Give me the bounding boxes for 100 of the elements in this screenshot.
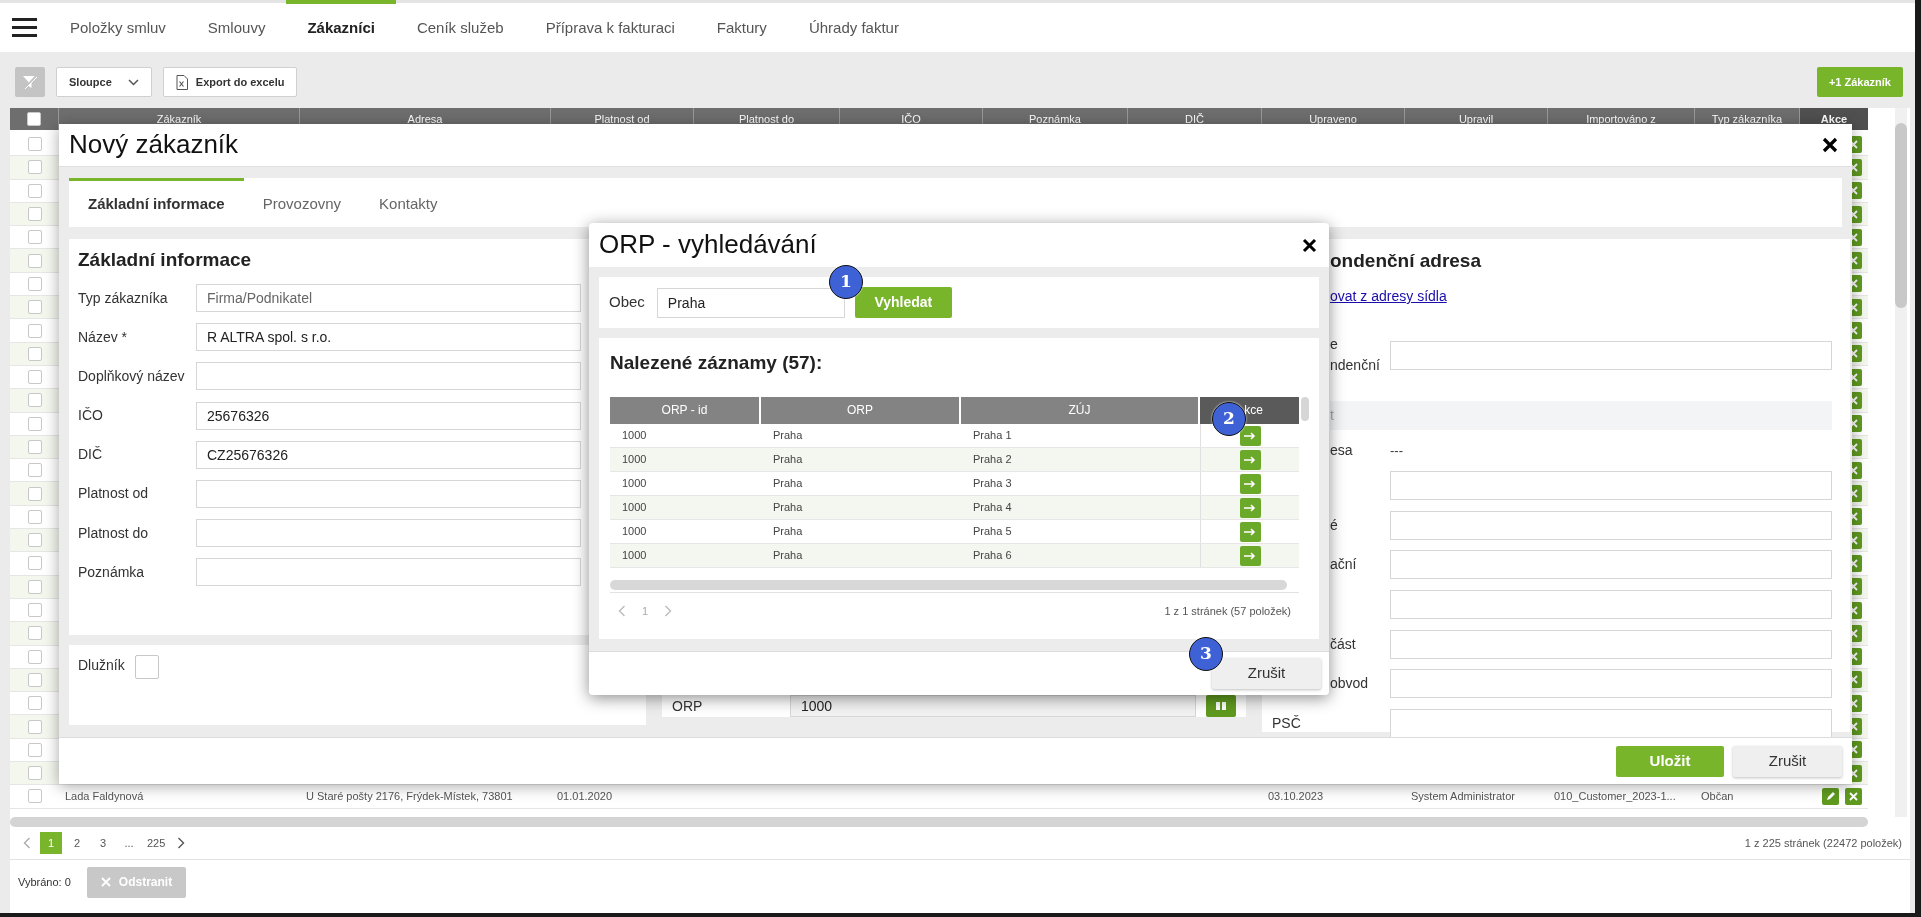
chevron-left-icon[interactable] xyxy=(23,837,31,849)
page-button[interactable]: ... xyxy=(118,832,140,854)
row-checkbox[interactable] xyxy=(27,579,42,594)
nav-tab[interactable]: Úhrady faktur xyxy=(787,0,920,52)
column-header[interactable]: ORP xyxy=(761,397,961,424)
checkbox[interactable] xyxy=(134,655,159,679)
pagination-summary: 1 z 225 stránek (22472 položek) xyxy=(1744,835,1902,851)
chevron-left-icon[interactable] xyxy=(618,605,626,617)
close-icon xyxy=(1849,186,1858,196)
row-checkbox[interactable] xyxy=(27,463,42,478)
input-field[interactable]: 25676326 xyxy=(196,401,581,430)
close-icon xyxy=(1849,326,1858,335)
row-checkbox[interactable] xyxy=(27,346,42,361)
input-field[interactable] xyxy=(1390,471,1832,500)
row-checkbox[interactable] xyxy=(27,393,42,408)
close-icon xyxy=(1849,698,1858,708)
close-button[interactable] xyxy=(1302,237,1317,253)
input-field[interactable] xyxy=(1390,590,1832,620)
edit-button[interactable] xyxy=(1822,787,1839,805)
row-checkbox[interactable] xyxy=(27,160,42,175)
row-checkbox[interactable] xyxy=(27,626,42,641)
copy-address-link[interactable]: ovat z adresy sídla xyxy=(1330,286,1447,307)
row-checkbox[interactable] xyxy=(27,300,42,315)
input-field[interactable] xyxy=(1390,709,1832,739)
nav-tab[interactable]: Faktury xyxy=(695,0,788,52)
nav-tab[interactable]: Smlouvy xyxy=(186,0,287,52)
arrow-right-icon xyxy=(1244,455,1256,464)
nav-tab[interactable]: Položky smluv xyxy=(49,0,187,52)
select-button[interactable] xyxy=(1239,521,1261,542)
scrollbar[interactable] xyxy=(1895,108,1907,817)
tab[interactable]: Základní informace xyxy=(69,178,244,227)
select-all-checkbox[interactable] xyxy=(27,112,41,126)
tab[interactable]: Provozovny xyxy=(243,178,361,227)
export-button[interactable]: Export do excelu xyxy=(162,67,298,97)
delete-button[interactable] xyxy=(1845,787,1862,805)
row-checkbox[interactable] xyxy=(27,137,42,152)
filter-button[interactable] xyxy=(15,67,45,97)
input-field[interactable] xyxy=(1390,629,1832,659)
row-checkbox[interactable] xyxy=(27,440,42,454)
select-button[interactable] xyxy=(1239,497,1261,518)
row-checkbox[interactable] xyxy=(27,183,42,198)
page-button[interactable]: 3 xyxy=(92,832,114,854)
input-field[interactable] xyxy=(196,362,581,391)
row-checkbox[interactable] xyxy=(27,672,42,687)
input-field[interactable]: Firma/Podnikatel xyxy=(196,284,581,312)
page-button[interactable]: 2 xyxy=(66,832,88,854)
menu-icon[interactable] xyxy=(12,18,37,37)
select-button[interactable] xyxy=(1239,545,1261,566)
input-field[interactable] xyxy=(1390,340,1832,370)
input-field[interactable]: CZ25676326 xyxy=(196,440,581,469)
cancel-button[interactable]: Zrušit xyxy=(1212,658,1321,689)
row-checkbox[interactable] xyxy=(27,603,42,618)
nav-tab[interactable]: Zákazníci xyxy=(286,0,396,52)
select-button[interactable] xyxy=(1239,473,1261,494)
row-checkbox[interactable] xyxy=(27,416,42,431)
selected-count: Vybráno: 0 xyxy=(18,874,71,890)
row-checkbox[interactable] xyxy=(27,742,42,757)
lookup-button[interactable] xyxy=(1206,695,1236,717)
input-field[interactable]: 1000 xyxy=(790,695,1196,717)
close-icon xyxy=(1302,237,1317,253)
tab[interactable]: Kontakty xyxy=(360,178,457,227)
scrollbar[interactable] xyxy=(610,580,1287,590)
row-checkbox[interactable] xyxy=(27,207,42,222)
select-button[interactable] xyxy=(1239,449,1261,470)
close-icon xyxy=(1849,605,1858,615)
row-checkbox[interactable] xyxy=(27,696,42,711)
input-field[interactable] xyxy=(1390,669,1832,699)
row-checkbox[interactable] xyxy=(27,719,42,734)
select-button[interactable] xyxy=(1239,425,1261,446)
row-checkbox[interactable] xyxy=(27,370,42,385)
row-checkbox[interactable] xyxy=(27,649,42,664)
row-checkbox[interactable] xyxy=(27,766,42,781)
input-field[interactable] xyxy=(196,479,581,508)
page-button[interactable]: 225 xyxy=(144,832,169,854)
pencil-icon xyxy=(1825,791,1836,802)
scrollbar[interactable] xyxy=(10,817,1868,827)
row-checkbox[interactable] xyxy=(27,789,42,804)
nav-tab[interactable]: Ceník služeb xyxy=(395,0,525,52)
row-checkbox[interactable] xyxy=(27,556,42,571)
row-checkbox[interactable] xyxy=(27,276,42,291)
input-field[interactable] xyxy=(196,558,581,587)
input-field[interactable] xyxy=(196,519,581,548)
cancel-button[interactable]: Zrušit xyxy=(1733,745,1842,777)
scrollbar[interactable] xyxy=(1301,397,1309,421)
input-field[interactable]: R ALTRA spol. s r.o. xyxy=(196,323,581,352)
input-field[interactable] xyxy=(1390,550,1832,580)
row-checkbox[interactable] xyxy=(27,486,42,501)
close-button[interactable] xyxy=(1822,137,1838,153)
row-checkbox[interactable] xyxy=(27,323,42,338)
field-label: Poznámka xyxy=(78,562,146,582)
input-field[interactable] xyxy=(1390,510,1832,540)
column-header[interactable]: ORP - id xyxy=(610,397,761,424)
row-checkbox[interactable] xyxy=(27,253,42,268)
row-checkbox[interactable] xyxy=(27,509,42,524)
row-checkbox[interactable] xyxy=(27,230,42,245)
row-checkbox[interactable] xyxy=(27,533,42,548)
search-field[interactable]: Praha xyxy=(656,287,845,318)
columns-dropdown[interactable]: Sloupce xyxy=(56,67,152,97)
chevron-right-icon[interactable] xyxy=(177,837,186,849)
nav-tab[interactable]: Příprava k fakturaci xyxy=(524,0,696,52)
